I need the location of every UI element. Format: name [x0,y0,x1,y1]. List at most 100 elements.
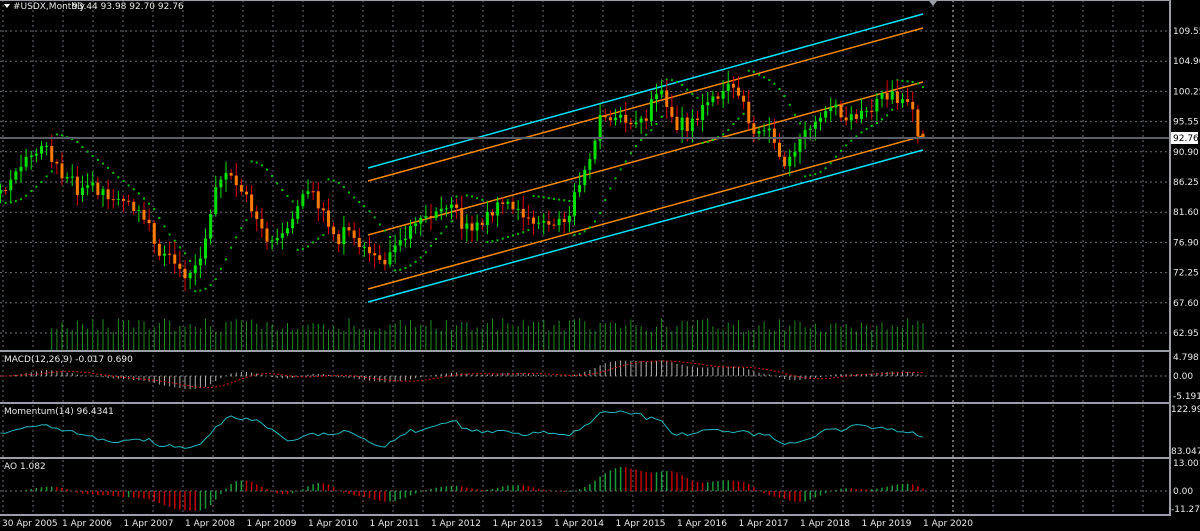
candle-bear [250,194,254,212]
sar-dot [865,127,868,130]
candle-bear [352,230,356,238]
sar-dot [424,251,427,254]
sar-dot [163,225,166,228]
sar-dot [102,162,104,165]
sar-dot [440,232,443,235]
candle-bull [19,166,23,172]
sar-dot [804,175,807,178]
sar-dot [594,220,596,223]
candle-bear [731,83,735,88]
candle-bull [496,202,500,216]
sar-dot [911,80,914,83]
candle-bull [306,191,310,195]
candle-bear [142,209,146,220]
sar-dot [96,158,99,161]
sar-dot [435,238,438,241]
sar-dot [891,108,894,111]
macd-label: MACD(12,26,9) -0.017 0.690 [4,355,133,365]
sar-dot [404,267,407,270]
sar-dot [363,205,366,208]
candle-bull [655,94,658,100]
price-axis[interactable]: 109.55 104.90 100.25 95.55 90.90 86.25 81.60 76… [1173,27,1200,339]
sar-dot [578,232,581,235]
candle-bull [875,98,879,112]
sar-dot [389,235,391,238]
chart-window[interactable]: #USDX,Monthly 93.44 93.98 92.70 92.76 MA… [0,0,1200,531]
candle-bull [224,172,228,180]
candle-bull [793,151,797,157]
candle-bear [501,202,505,204]
sar-dot [732,123,735,126]
ao-label: AO 1.082 [4,462,46,472]
sar-dot [117,176,120,179]
candle-bull [465,223,469,229]
candles [0,70,925,292]
candle-bull [639,118,643,123]
candle-bear [685,117,689,132]
candle-bear [245,191,248,195]
macd-axis-zero: 0.00 [1173,372,1193,382]
sar-dot [783,95,786,98]
momentum-pane [0,410,924,449]
sar-dot [255,161,258,164]
sar-dot [122,180,125,183]
sar-dot [537,195,540,198]
candle-bull [880,93,884,99]
sar-dot [189,259,192,262]
sar-dot [76,140,79,143]
time-axis-label: 1 Apr 2011 [370,519,420,529]
sar-dot [219,267,222,270]
sar-dot [430,244,432,247]
candle-bear [55,161,59,164]
sar-dot [614,177,617,180]
sar-dot [271,175,274,178]
sar-dot [368,210,371,213]
price-axis-label: 81.60 [1173,208,1199,218]
sar-dot [445,225,448,228]
sar-dot [517,232,520,235]
sar-dot [30,189,33,192]
sar-dot [527,229,530,232]
sar-dot [742,112,745,115]
candle-bear [183,268,187,279]
candle-bear [752,123,756,134]
sar-dot [681,83,684,86]
sar-dot [235,236,238,239]
candle-bear [511,201,515,210]
candle-bear [311,191,315,193]
sar-dot [378,223,381,226]
candle-bull [588,159,592,170]
channel-line[interactable] [367,149,924,303]
candle-bull [614,117,617,121]
time-axis-label: 1 Apr 2008 [185,519,235,529]
sar-dot [383,229,386,232]
candle-bull [475,222,479,231]
sar-dot [332,179,335,182]
sar-dot [640,139,643,142]
sar-dot [209,284,212,287]
candle-bull [757,131,761,134]
chart-shift-marker-icon[interactable] [929,1,937,6]
sar-dot [758,73,760,76]
candle-bear [470,223,474,231]
sar-dot [809,174,812,177]
candle-bull [813,121,817,129]
candle-bull [890,91,894,100]
candle-bear [168,253,172,255]
candle-bull [301,194,305,207]
sar-dot [660,115,663,118]
candle-bull [214,187,218,214]
macd-pane [0,360,924,390]
candle-bull [275,237,279,241]
candle-bull [0,190,2,194]
sar-dot [906,80,909,83]
candle-bull [578,185,582,193]
time-axis[interactable]: 30 Apr 2005 1 Apr 2006 1 Apr 2007 1 Apr 200… [2,519,973,529]
dropdown-triangle-icon[interactable] [4,4,10,8]
candle-bear [152,223,156,244]
regression-channel[interactable] [367,13,924,303]
candle-bull [583,169,587,186]
candle-bear [624,114,628,123]
candle-bull [388,252,392,265]
candle-bull [834,104,838,108]
